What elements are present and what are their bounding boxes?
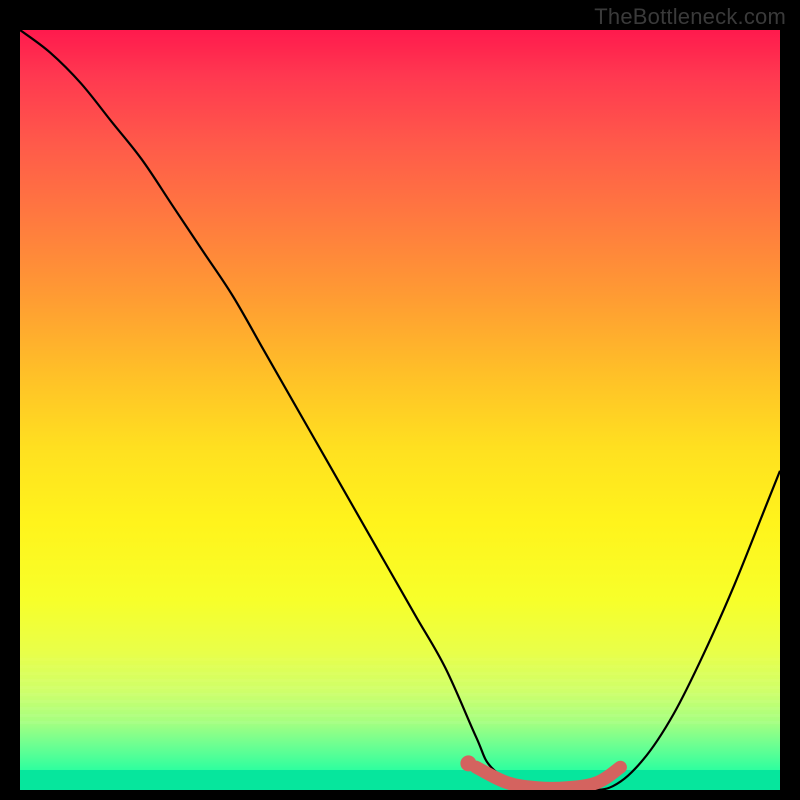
- chart-area: [20, 30, 780, 790]
- chart-svg: [20, 30, 780, 790]
- bottleneck-curve: [20, 30, 780, 790]
- highlight-dot: [460, 755, 476, 771]
- highlight-segment: [476, 767, 620, 788]
- attribution-text: TheBottleneck.com: [594, 4, 786, 30]
